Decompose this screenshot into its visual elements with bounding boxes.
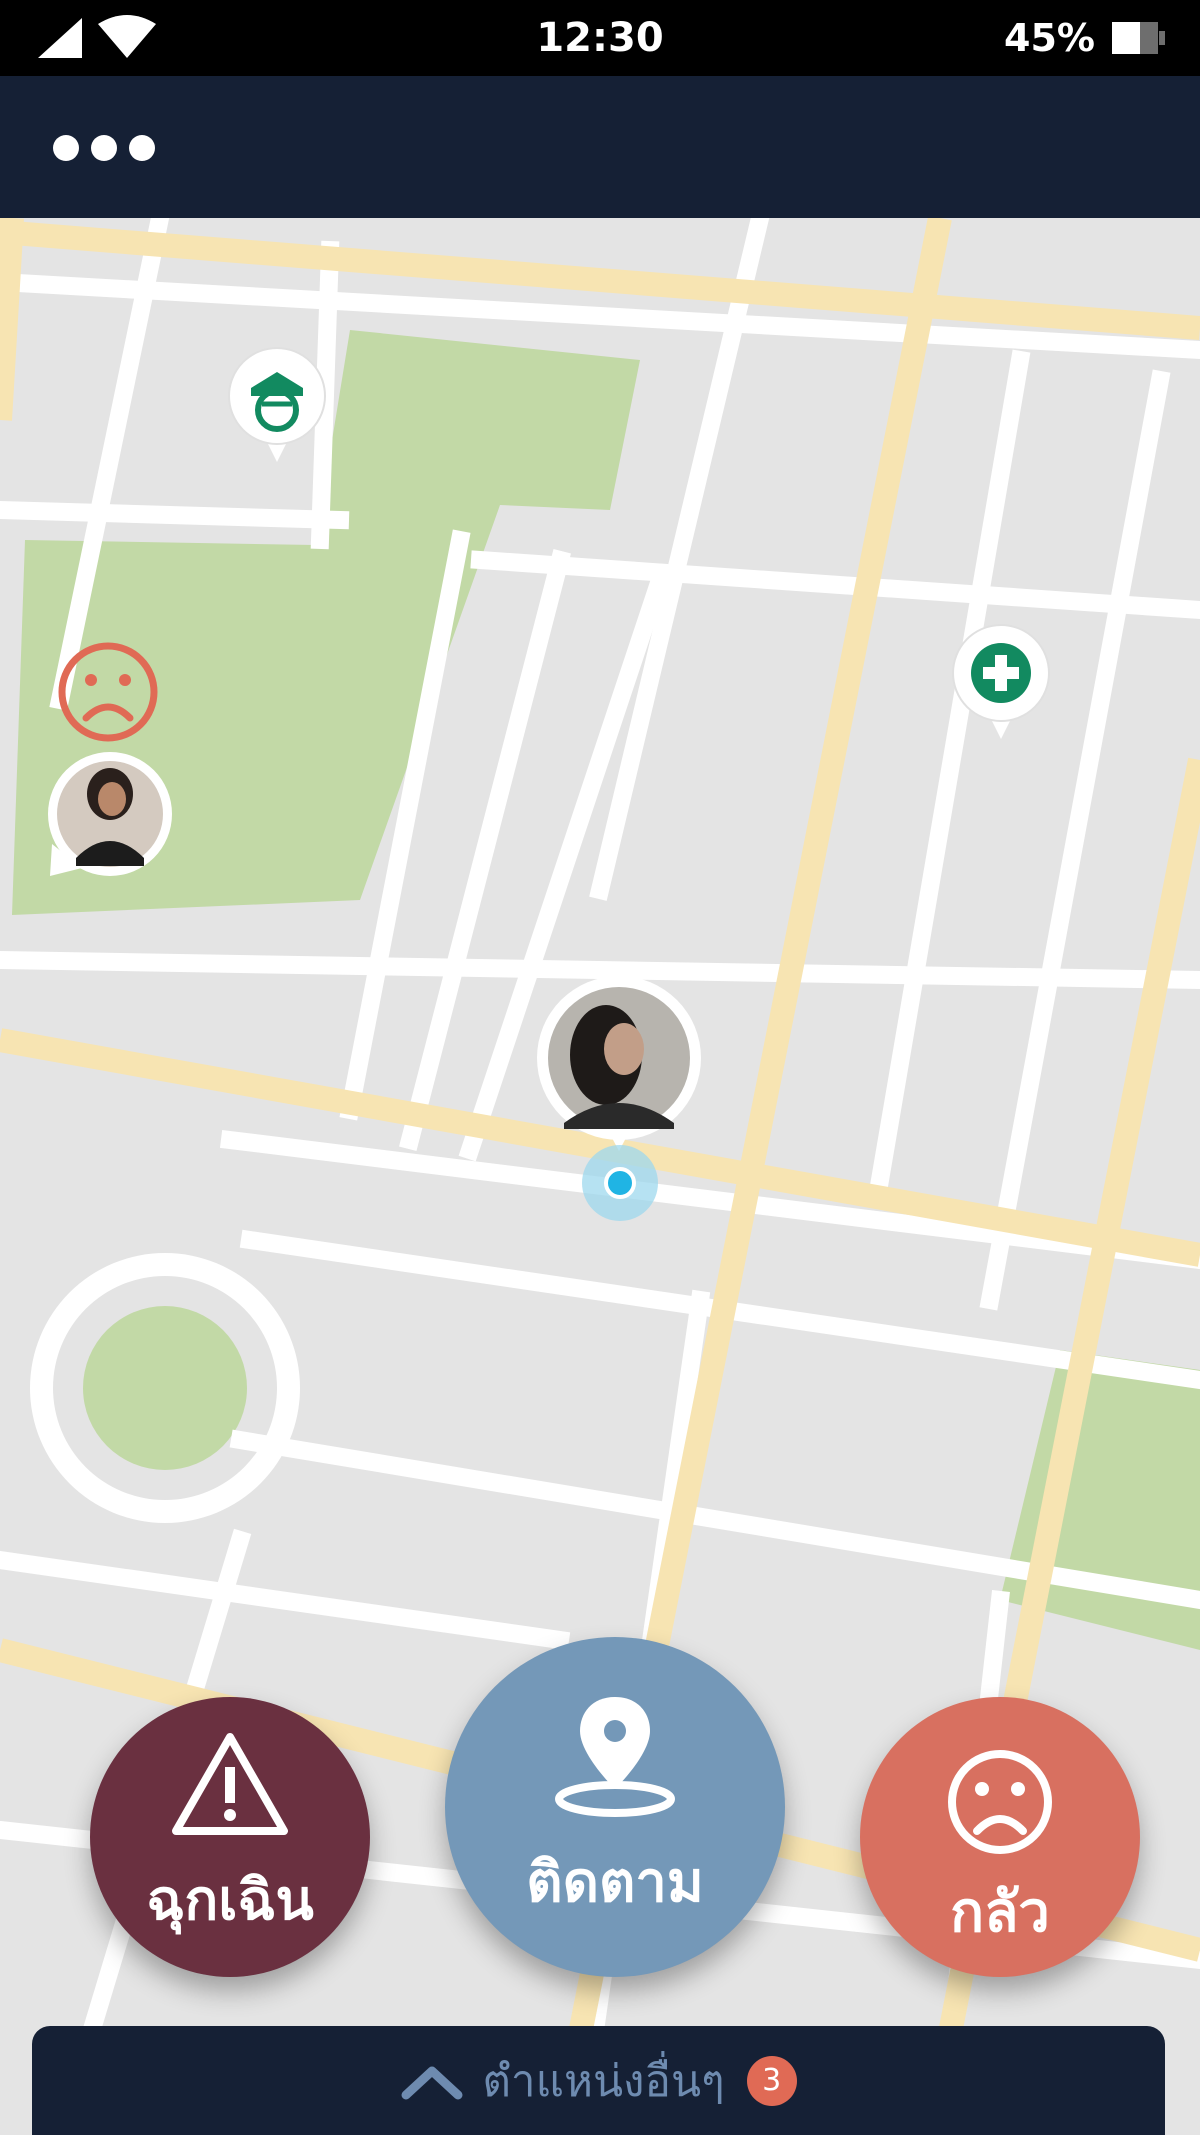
hospital-marker[interactable] [950, 623, 1052, 745]
user-location-marker[interactable] [534, 973, 704, 1233]
battery-icon [1112, 22, 1165, 54]
more-options-icon [53, 135, 155, 161]
track-label: ติดตาม [526, 1850, 704, 1913]
count-badge: 3 [746, 2055, 797, 2106]
medical-cross-icon [952, 624, 1050, 739]
location-pin-icon [555, 1697, 675, 1817]
afraid-label: กลัว [950, 1880, 1050, 1943]
other-locations-bar[interactable]: ตำแหน่งอื่นๆ 3 [32, 2026, 1165, 2135]
friend-avatar [48, 752, 172, 876]
more-options-button[interactable] [50, 126, 160, 170]
track-button[interactable]: ติดตาม [445, 1637, 785, 1977]
app-header [0, 76, 1200, 218]
battery-percentage: 45% [1004, 16, 1095, 60]
police-station-marker[interactable] [226, 346, 328, 468]
sad-face-icon [58, 642, 158, 742]
other-locations-label: ตำแหน่งอื่นๆ [482, 2055, 725, 2107]
police-officer-icon [228, 347, 326, 462]
friend-scared-marker[interactable] [42, 640, 182, 900]
user-avatar [537, 976, 701, 1151]
other-locations-content: ตำแหน่งอื่นๆ 3 [32, 2026, 1165, 2135]
location-dot-icon [582, 1145, 658, 1221]
chevron-up-icon [401, 2066, 463, 2099]
status-bar: 12:30 45% [0, 0, 1200, 76]
warning-triangle-icon [172, 1733, 288, 1835]
afraid-button[interactable]: กลัว [860, 1697, 1140, 1977]
sad-face-icon [948, 1750, 1052, 1854]
emergency-button[interactable]: ฉุกเฉิน [90, 1697, 370, 1977]
emergency-label: ฉุกเฉิน [146, 1868, 314, 1931]
